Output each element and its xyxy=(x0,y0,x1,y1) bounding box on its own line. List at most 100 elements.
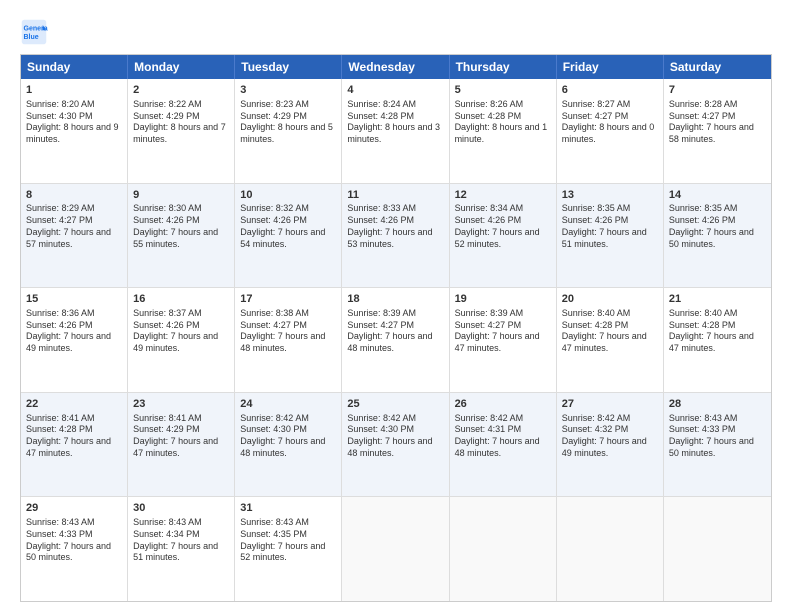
header: General Blue xyxy=(20,18,772,46)
header-day-wednesday: Wednesday xyxy=(342,55,449,79)
day-cell-9: 9Sunrise: 8:30 AMSunset: 4:26 PMDaylight… xyxy=(128,184,235,288)
cell-info: Sunrise: 8:38 AMSunset: 4:27 PMDaylight:… xyxy=(240,308,336,355)
cell-info: Sunrise: 8:28 AMSunset: 4:27 PMDaylight:… xyxy=(669,99,766,146)
day-number: 24 xyxy=(240,397,336,412)
cell-info: Sunrise: 8:40 AMSunset: 4:28 PMDaylight:… xyxy=(669,308,766,355)
day-number: 7 xyxy=(669,83,766,98)
day-cell-26: 26Sunrise: 8:42 AMSunset: 4:31 PMDayligh… xyxy=(450,393,557,497)
header-day-saturday: Saturday xyxy=(664,55,771,79)
day-number: 25 xyxy=(347,397,443,412)
logo: General Blue xyxy=(20,18,52,46)
day-cell-21: 21Sunrise: 8:40 AMSunset: 4:28 PMDayligh… xyxy=(664,288,771,392)
empty-cell xyxy=(450,497,557,601)
day-cell-4: 4Sunrise: 8:24 AMSunset: 4:28 PMDaylight… xyxy=(342,79,449,183)
cell-info: Sunrise: 8:26 AMSunset: 4:28 PMDaylight:… xyxy=(455,99,551,146)
day-number: 10 xyxy=(240,188,336,203)
cell-info: Sunrise: 8:43 AMSunset: 4:34 PMDaylight:… xyxy=(133,517,229,564)
day-number: 8 xyxy=(26,188,122,203)
day-number: 17 xyxy=(240,292,336,307)
cell-info: Sunrise: 8:30 AMSunset: 4:26 PMDaylight:… xyxy=(133,203,229,250)
day-cell-31: 31Sunrise: 8:43 AMSunset: 4:35 PMDayligh… xyxy=(235,497,342,601)
day-number: 30 xyxy=(133,501,229,516)
day-cell-10: 10Sunrise: 8:32 AMSunset: 4:26 PMDayligh… xyxy=(235,184,342,288)
day-number: 16 xyxy=(133,292,229,307)
cell-info: Sunrise: 8:29 AMSunset: 4:27 PMDaylight:… xyxy=(26,203,122,250)
day-number: 31 xyxy=(240,501,336,516)
calendar: SundayMondayTuesdayWednesdayThursdayFrid… xyxy=(20,54,772,602)
day-number: 3 xyxy=(240,83,336,98)
page: General Blue SundayMondayTuesdayWednesda… xyxy=(0,0,792,612)
day-cell-27: 27Sunrise: 8:42 AMSunset: 4:32 PMDayligh… xyxy=(557,393,664,497)
empty-cell xyxy=(664,497,771,601)
day-number: 14 xyxy=(669,188,766,203)
day-cell-20: 20Sunrise: 8:40 AMSunset: 4:28 PMDayligh… xyxy=(557,288,664,392)
day-cell-23: 23Sunrise: 8:41 AMSunset: 4:29 PMDayligh… xyxy=(128,393,235,497)
cell-info: Sunrise: 8:24 AMSunset: 4:28 PMDaylight:… xyxy=(347,99,443,146)
cell-info: Sunrise: 8:43 AMSunset: 4:33 PMDaylight:… xyxy=(669,413,766,460)
cell-info: Sunrise: 8:37 AMSunset: 4:26 PMDaylight:… xyxy=(133,308,229,355)
day-cell-14: 14Sunrise: 8:35 AMSunset: 4:26 PMDayligh… xyxy=(664,184,771,288)
header-day-thursday: Thursday xyxy=(450,55,557,79)
logo-icon: General Blue xyxy=(20,18,48,46)
cell-info: Sunrise: 8:23 AMSunset: 4:29 PMDaylight:… xyxy=(240,99,336,146)
day-cell-30: 30Sunrise: 8:43 AMSunset: 4:34 PMDayligh… xyxy=(128,497,235,601)
header-day-monday: Monday xyxy=(128,55,235,79)
day-number: 28 xyxy=(669,397,766,412)
cell-info: Sunrise: 8:42 AMSunset: 4:32 PMDaylight:… xyxy=(562,413,658,460)
calendar-row-1: 1Sunrise: 8:20 AMSunset: 4:30 PMDaylight… xyxy=(21,79,771,183)
day-number: 6 xyxy=(562,83,658,98)
day-number: 1 xyxy=(26,83,122,98)
calendar-row-3: 15Sunrise: 8:36 AMSunset: 4:26 PMDayligh… xyxy=(21,287,771,392)
day-cell-1: 1Sunrise: 8:20 AMSunset: 4:30 PMDaylight… xyxy=(21,79,128,183)
day-cell-18: 18Sunrise: 8:39 AMSunset: 4:27 PMDayligh… xyxy=(342,288,449,392)
day-number: 21 xyxy=(669,292,766,307)
cell-info: Sunrise: 8:33 AMSunset: 4:26 PMDaylight:… xyxy=(347,203,443,250)
day-cell-16: 16Sunrise: 8:37 AMSunset: 4:26 PMDayligh… xyxy=(128,288,235,392)
day-cell-12: 12Sunrise: 8:34 AMSunset: 4:26 PMDayligh… xyxy=(450,184,557,288)
cell-info: Sunrise: 8:43 AMSunset: 4:33 PMDaylight:… xyxy=(26,517,122,564)
day-cell-22: 22Sunrise: 8:41 AMSunset: 4:28 PMDayligh… xyxy=(21,393,128,497)
day-cell-15: 15Sunrise: 8:36 AMSunset: 4:26 PMDayligh… xyxy=(21,288,128,392)
day-number: 4 xyxy=(347,83,443,98)
day-number: 29 xyxy=(26,501,122,516)
day-cell-17: 17Sunrise: 8:38 AMSunset: 4:27 PMDayligh… xyxy=(235,288,342,392)
empty-cell xyxy=(557,497,664,601)
day-cell-7: 7Sunrise: 8:28 AMSunset: 4:27 PMDaylight… xyxy=(664,79,771,183)
day-cell-29: 29Sunrise: 8:43 AMSunset: 4:33 PMDayligh… xyxy=(21,497,128,601)
cell-info: Sunrise: 8:35 AMSunset: 4:26 PMDaylight:… xyxy=(562,203,658,250)
cell-info: Sunrise: 8:41 AMSunset: 4:29 PMDaylight:… xyxy=(133,413,229,460)
cell-info: Sunrise: 8:39 AMSunset: 4:27 PMDaylight:… xyxy=(455,308,551,355)
day-number: 2 xyxy=(133,83,229,98)
calendar-header: SundayMondayTuesdayWednesdayThursdayFrid… xyxy=(21,55,771,79)
day-number: 5 xyxy=(455,83,551,98)
day-cell-6: 6Sunrise: 8:27 AMSunset: 4:27 PMDaylight… xyxy=(557,79,664,183)
header-day-sunday: Sunday xyxy=(21,55,128,79)
day-number: 27 xyxy=(562,397,658,412)
cell-info: Sunrise: 8:42 AMSunset: 4:31 PMDaylight:… xyxy=(455,413,551,460)
cell-info: Sunrise: 8:27 AMSunset: 4:27 PMDaylight:… xyxy=(562,99,658,146)
day-cell-2: 2Sunrise: 8:22 AMSunset: 4:29 PMDaylight… xyxy=(128,79,235,183)
cell-info: Sunrise: 8:42 AMSunset: 4:30 PMDaylight:… xyxy=(240,413,336,460)
svg-text:Blue: Blue xyxy=(24,34,39,41)
cell-info: Sunrise: 8:36 AMSunset: 4:26 PMDaylight:… xyxy=(26,308,122,355)
day-cell-24: 24Sunrise: 8:42 AMSunset: 4:30 PMDayligh… xyxy=(235,393,342,497)
calendar-body: 1Sunrise: 8:20 AMSunset: 4:30 PMDaylight… xyxy=(21,79,771,601)
cell-info: Sunrise: 8:22 AMSunset: 4:29 PMDaylight:… xyxy=(133,99,229,146)
day-number: 20 xyxy=(562,292,658,307)
day-number: 15 xyxy=(26,292,122,307)
day-number: 22 xyxy=(26,397,122,412)
day-number: 19 xyxy=(455,292,551,307)
cell-info: Sunrise: 8:32 AMSunset: 4:26 PMDaylight:… xyxy=(240,203,336,250)
day-number: 11 xyxy=(347,188,443,203)
day-number: 12 xyxy=(455,188,551,203)
day-cell-19: 19Sunrise: 8:39 AMSunset: 4:27 PMDayligh… xyxy=(450,288,557,392)
day-number: 23 xyxy=(133,397,229,412)
cell-info: Sunrise: 8:20 AMSunset: 4:30 PMDaylight:… xyxy=(26,99,122,146)
cell-info: Sunrise: 8:34 AMSunset: 4:26 PMDaylight:… xyxy=(455,203,551,250)
cell-info: Sunrise: 8:41 AMSunset: 4:28 PMDaylight:… xyxy=(26,413,122,460)
day-cell-11: 11Sunrise: 8:33 AMSunset: 4:26 PMDayligh… xyxy=(342,184,449,288)
cell-info: Sunrise: 8:43 AMSunset: 4:35 PMDaylight:… xyxy=(240,517,336,564)
day-number: 13 xyxy=(562,188,658,203)
cell-info: Sunrise: 8:40 AMSunset: 4:28 PMDaylight:… xyxy=(562,308,658,355)
calendar-row-2: 8Sunrise: 8:29 AMSunset: 4:27 PMDaylight… xyxy=(21,183,771,288)
